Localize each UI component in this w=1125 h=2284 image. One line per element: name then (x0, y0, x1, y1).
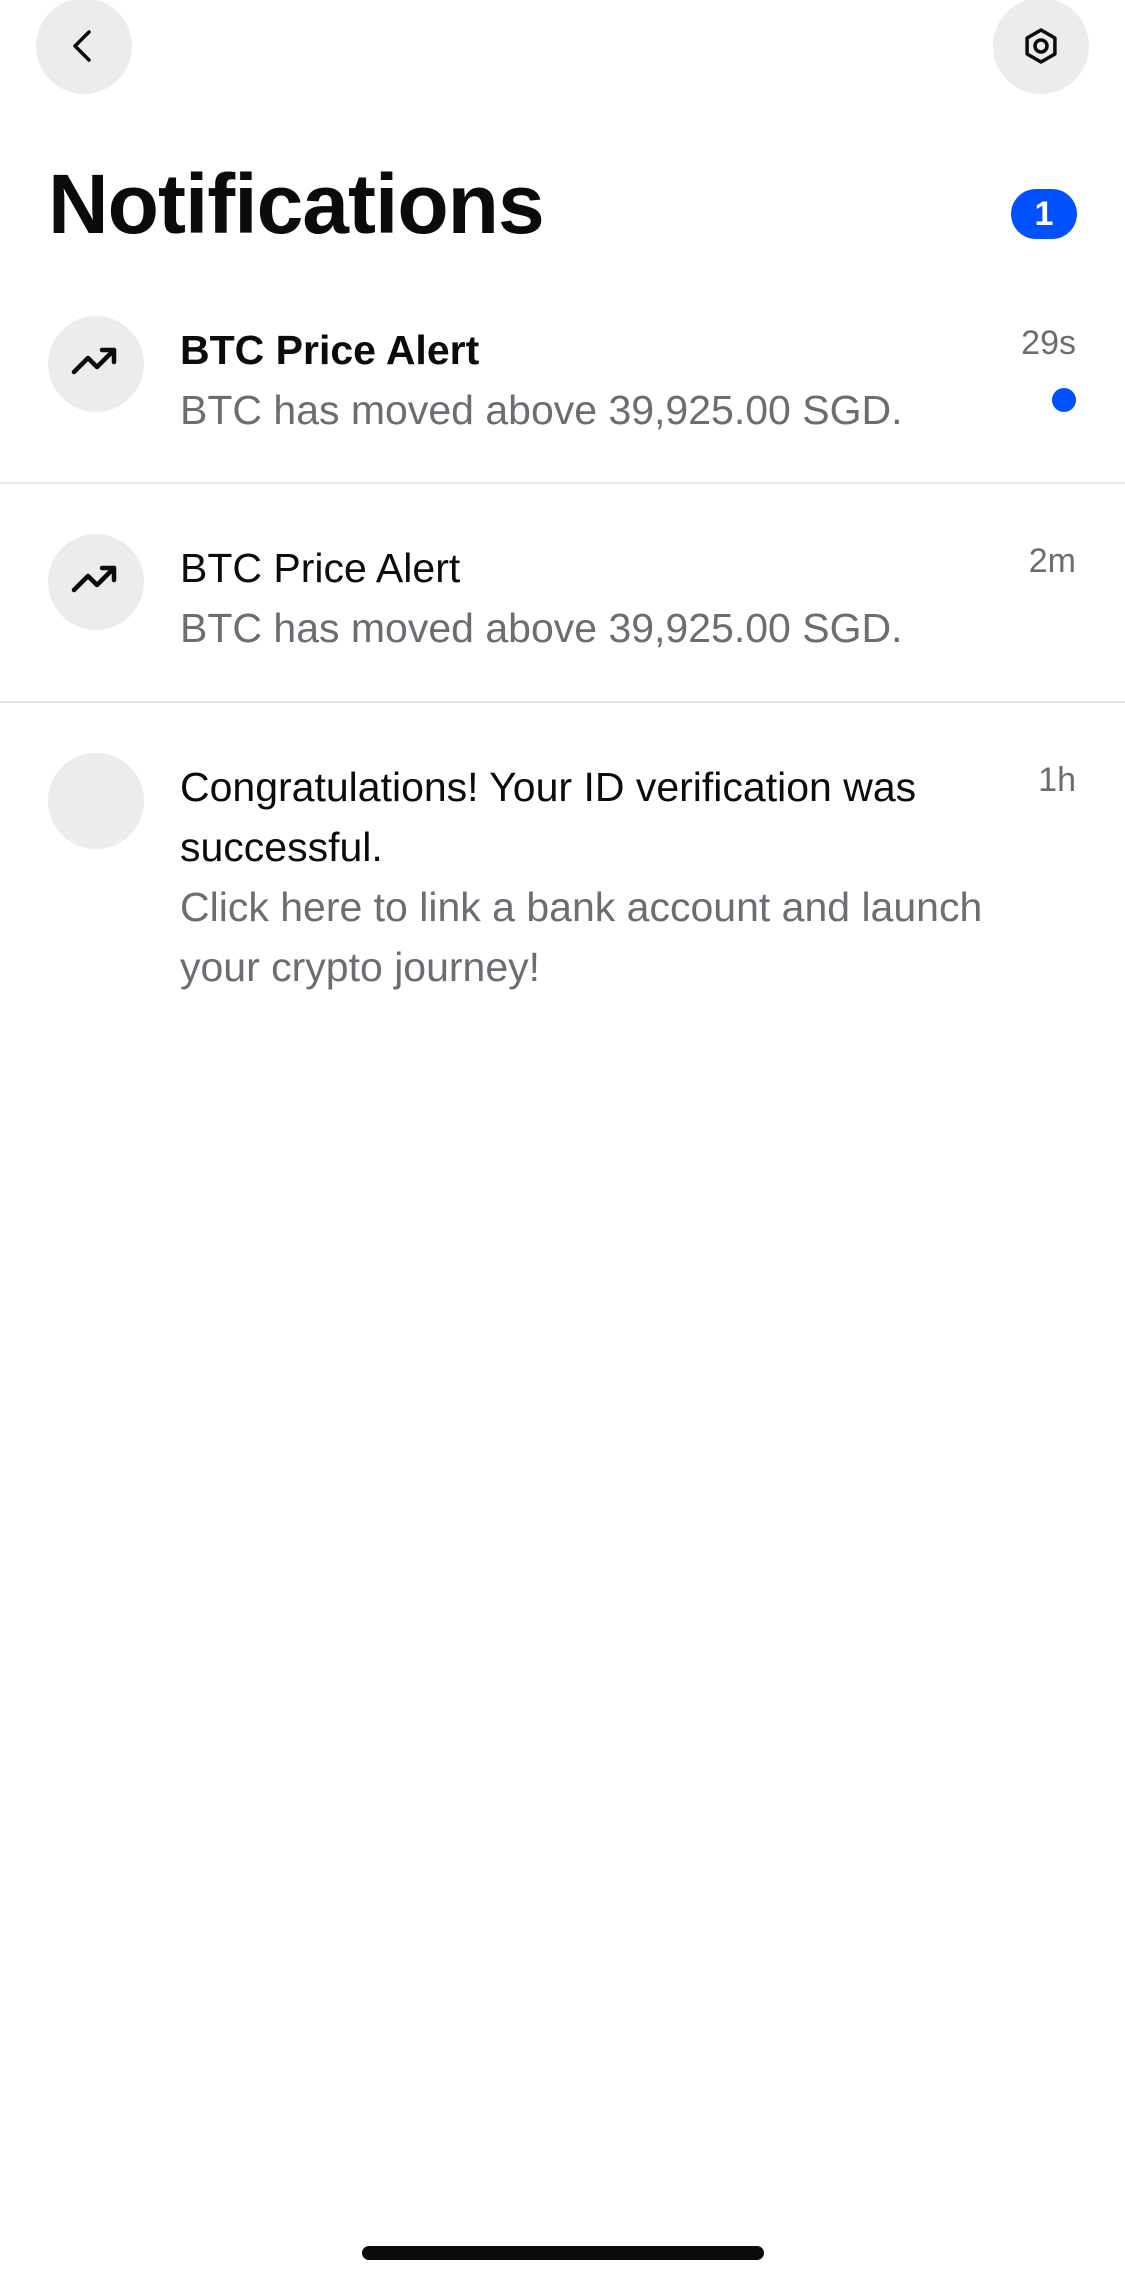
blank-avatar (48, 753, 144, 849)
notification-time: 1h (1038, 761, 1076, 799)
notification-item[interactable]: Congratulations! Your ID verification wa… (0, 703, 1125, 1023)
notification-message: Click here to link a bank account and la… (180, 884, 983, 990)
chevron-left-icon (64, 26, 104, 66)
notification-time: 2m (1028, 542, 1076, 580)
notification-title: BTC Price Alert (180, 545, 461, 591)
unread-count-badge: 1 (1011, 189, 1077, 239)
notification-message: BTC has moved above 39,925.00 SGD. (180, 605, 903, 651)
notification-icon-circle (48, 534, 144, 630)
notifications-screen: Notifications 1 BTC Price Alert BTC has … (0, 0, 1125, 2284)
gear-icon (1021, 26, 1061, 66)
notification-title: BTC Price Alert (180, 327, 480, 373)
trending-up-icon (70, 554, 122, 611)
settings-button[interactable] (993, 0, 1089, 94)
notification-body: BTC Price Alert BTC has moved above 39,9… (180, 320, 1000, 440)
notification-time: 29s (1021, 324, 1076, 362)
notification-item[interactable]: BTC Price Alert BTC has moved above 39,9… (0, 300, 1125, 484)
notification-title: Congratulations! Your ID verification wa… (180, 764, 917, 870)
page-title: Notifications (48, 157, 545, 251)
back-button[interactable] (36, 0, 132, 94)
notification-body: Congratulations! Your ID verification wa… (180, 757, 1000, 997)
notification-list: BTC Price Alert BTC has moved above 39,9… (0, 300, 1125, 1023)
notification-icon-circle (48, 316, 144, 412)
notification-body: BTC Price Alert BTC has moved above 39,9… (180, 538, 1000, 658)
home-indicator[interactable] (362, 2246, 764, 2260)
notification-message: BTC has moved above 39,925.00 SGD. (180, 387, 903, 433)
trending-up-icon (70, 336, 122, 393)
unread-indicator-dot (1052, 388, 1076, 412)
notification-item[interactable]: BTC Price Alert BTC has moved above 39,9… (0, 484, 1125, 703)
